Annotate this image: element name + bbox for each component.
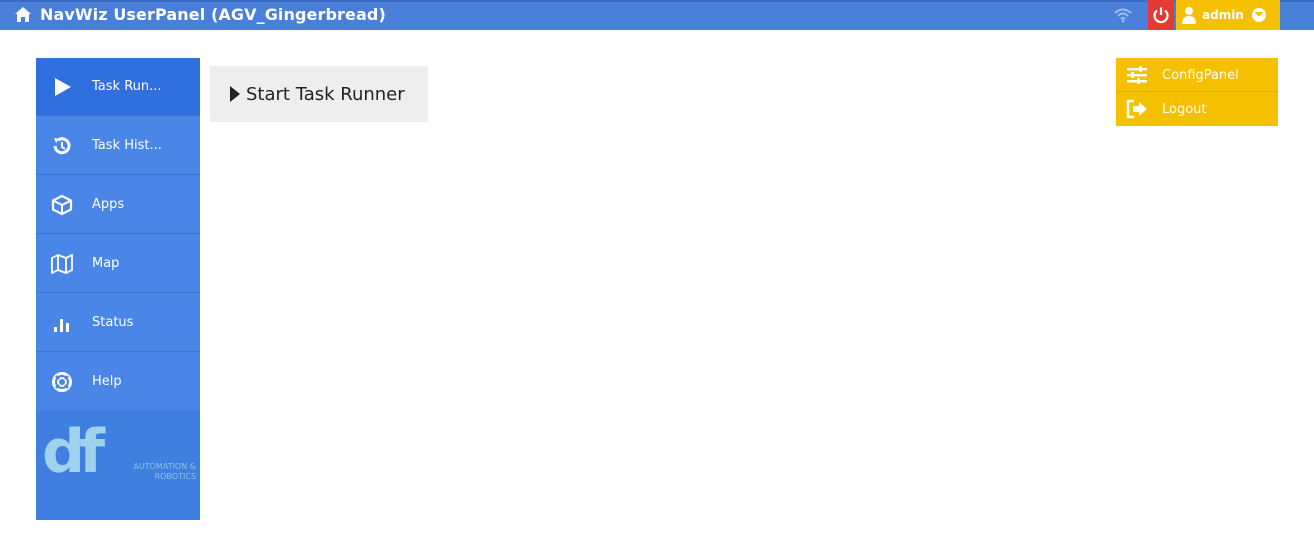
user-menu-button[interactable]: admin	[1176, 0, 1280, 30]
bar-chart-icon	[50, 311, 74, 335]
play-icon	[230, 86, 240, 102]
wifi-icon	[1114, 8, 1132, 23]
page-title: NavWiz UserPanel (AGV_Gingerbread)	[40, 5, 386, 24]
sidebar-item-label: Status	[92, 315, 134, 330]
sidebar-item-help[interactable]: Help	[36, 353, 200, 411]
logo-letters: df	[42, 417, 105, 487]
user-icon	[1182, 7, 1196, 24]
sidebar-item-task-history[interactable]: Task Hist...	[36, 117, 200, 175]
logout-icon	[1126, 99, 1147, 119]
top-bar: NavWiz UserPanel (AGV_Gingerbread) admin	[0, 0, 1314, 30]
chevron-down-icon	[1251, 8, 1266, 22]
menu-divider	[1116, 91, 1278, 92]
sidebar-item-label: Task Run...	[92, 79, 162, 94]
sidebar-item-map[interactable]: Map	[36, 235, 200, 293]
sidebar-item-label: Help	[92, 374, 122, 389]
cube-icon	[50, 193, 74, 217]
sliders-icon	[1127, 66, 1147, 84]
sidebar-item-label: Task Hist...	[92, 138, 162, 153]
menu-item-configpanel[interactable]: ConfigPanel	[1116, 59, 1278, 91]
sidebar: Task Run... Task Hist... Apps Map Status…	[36, 58, 200, 520]
start-task-runner-button[interactable]: Start Task Runner	[210, 66, 428, 122]
sidebar-item-apps[interactable]: Apps	[36, 176, 200, 234]
start-task-runner-label: Start Task Runner	[246, 83, 405, 105]
map-icon	[50, 252, 74, 276]
home-icon[interactable]	[14, 6, 32, 24]
play-icon	[50, 75, 74, 99]
top-strip	[0, 0, 1314, 2]
history-icon	[50, 134, 74, 158]
logo-tagline: AUTOMATION & ROBOTICS	[133, 462, 196, 481]
sidebar-item-label: Apps	[92, 197, 125, 212]
lifebuoy-icon	[50, 370, 74, 394]
sidebar-item-label: Map	[92, 256, 120, 271]
company-logo: df AUTOMATION & ROBOTICS	[36, 410, 200, 520]
username: admin	[1202, 8, 1244, 22]
user-dropdown-menu: ConfigPanel Logout	[1116, 58, 1278, 126]
power-icon	[1153, 7, 1169, 24]
menu-item-label: Logout	[1162, 101, 1207, 117]
menu-item-logout[interactable]: Logout	[1116, 93, 1278, 125]
menu-item-label: ConfigPanel	[1162, 67, 1239, 83]
power-button[interactable]	[1148, 0, 1174, 30]
sidebar-item-status[interactable]: Status	[36, 294, 200, 352]
sidebar-item-task-runner[interactable]: Task Run...	[36, 58, 200, 116]
